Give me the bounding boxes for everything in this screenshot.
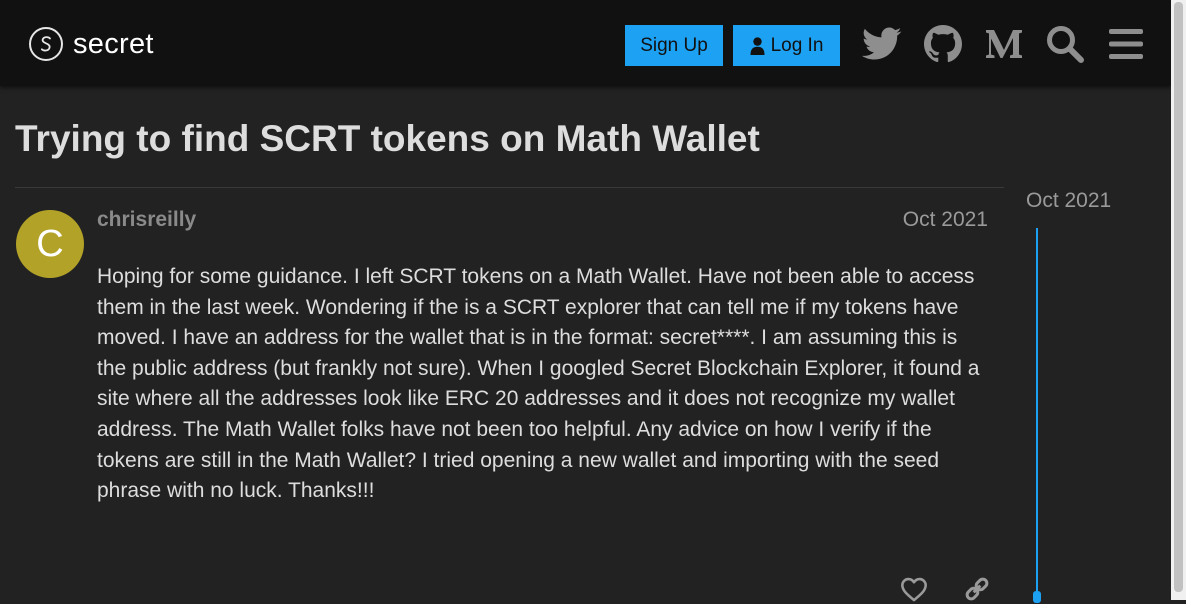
- secret-logo-icon: [29, 27, 63, 61]
- post-username[interactable]: chrisreilly: [97, 208, 196, 232]
- topic-title[interactable]: Trying to find SCRT tokens on Math Walle…: [15, 118, 760, 160]
- log-in-button[interactable]: Log In: [733, 25, 840, 66]
- search-icon[interactable]: [1043, 22, 1087, 66]
- timeline-handle[interactable]: [1033, 591, 1041, 603]
- scrollbar-thumb[interactable]: [1174, 2, 1183, 592]
- log-in-label: Log In: [770, 34, 824, 56]
- user-icon: [750, 36, 765, 55]
- site-logo[interactable]: secret: [29, 24, 154, 64]
- logo-text: secret: [73, 27, 154, 60]
- site-header: secret Sign Up Log In: [0, 0, 1171, 86]
- github-icon[interactable]: [921, 22, 965, 66]
- page-scrollbar[interactable]: [1171, 0, 1186, 600]
- avatar[interactable]: C: [16, 210, 84, 278]
- sign-up-button[interactable]: Sign Up: [625, 25, 723, 66]
- post-body: Hoping for some guidance. I left SCRT to…: [97, 265, 980, 503]
- sign-up-label: Sign Up: [640, 34, 708, 56]
- title-divider: [15, 187, 1004, 188]
- medium-icon[interactable]: [982, 22, 1026, 66]
- hamburger-menu-icon[interactable]: [1104, 22, 1148, 66]
- timeline-scroll-track[interactable]: [1036, 228, 1038, 600]
- twitter-icon[interactable]: [860, 22, 904, 66]
- timeline-date[interactable]: Oct 2021: [1026, 189, 1111, 213]
- avatar-letter: C: [36, 222, 64, 265]
- post-date[interactable]: Oct 2021: [880, 208, 988, 232]
